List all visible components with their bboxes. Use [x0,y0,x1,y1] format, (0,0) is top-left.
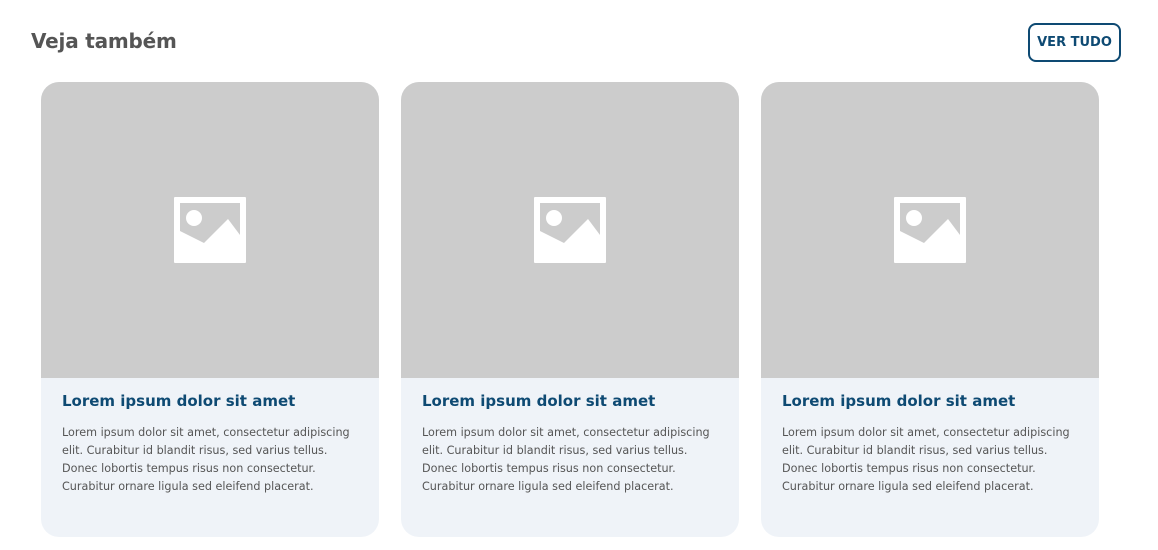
card-body: Lorem ipsum dolor sit amet Lorem ipsum d… [401,378,739,496]
card-list: Lorem ipsum dolor sit amet Lorem ipsum d… [41,82,1099,537]
card-image [41,82,379,378]
card-description: Lorem ipsum dolor sit amet, consectetur … [782,426,1070,493]
card-body: Lorem ipsum dolor sit amet Lorem ipsum d… [41,378,379,496]
card[interactable]: Lorem ipsum dolor sit amet Lorem ipsum d… [401,82,739,537]
image-placeholder-icon [174,197,246,263]
card-body: Lorem ipsum dolor sit amet Lorem ipsum d… [761,378,1099,496]
card-description: Lorem ipsum dolor sit amet, consectetur … [62,426,350,493]
image-placeholder-icon [534,197,606,263]
card-description: Lorem ipsum dolor sit amet, consectetur … [422,426,710,493]
section-title: Veja também [31,29,177,53]
card-image [401,82,739,378]
card[interactable]: Lorem ipsum dolor sit amet Lorem ipsum d… [41,82,379,537]
card-image [761,82,1099,378]
card-title: Lorem ipsum dolor sit amet [782,392,1016,410]
card[interactable]: Lorem ipsum dolor sit amet Lorem ipsum d… [761,82,1099,537]
card-title: Lorem ipsum dolor sit amet [422,392,656,410]
card-title: Lorem ipsum dolor sit amet [62,392,296,410]
view-all-button[interactable]: VER TUDO [1028,23,1121,62]
page: Veja também VER TUDO Lorem ipsum dolor s… [0,0,1158,550]
image-placeholder-icon [894,197,966,263]
